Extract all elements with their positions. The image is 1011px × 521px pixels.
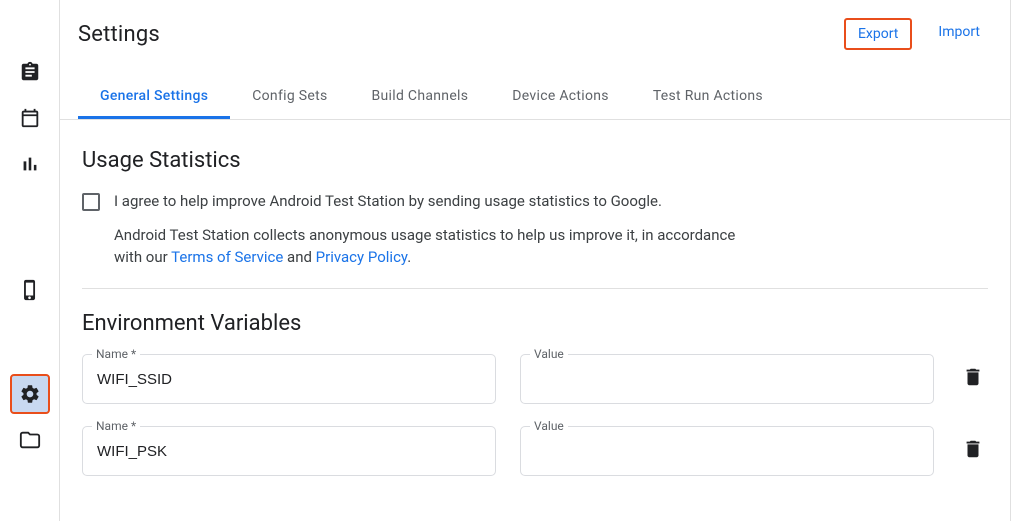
consent-and: and xyxy=(283,248,315,266)
delete-var-button[interactable] xyxy=(958,362,988,396)
env-section-title: Environment Variables xyxy=(82,311,988,336)
calendar-icon xyxy=(19,107,41,129)
env-name-label: Name * xyxy=(92,347,140,361)
trash-icon xyxy=(962,366,984,388)
tab-content: Usage Statistics I agree to help improve… xyxy=(60,120,1010,476)
tab-general-settings[interactable]: General Settings xyxy=(78,76,230,119)
env-value-label: Value xyxy=(530,347,568,361)
header: Settings Export Import xyxy=(60,18,1010,50)
privacy-link[interactable]: Privacy Policy xyxy=(316,248,408,266)
consent-text: I agree to help improve Android Test Sta… xyxy=(114,191,662,213)
phone-icon xyxy=(19,279,41,301)
sidebar-item-device[interactable] xyxy=(10,270,50,310)
page-title: Settings xyxy=(78,22,160,47)
consent-checkbox[interactable] xyxy=(82,193,100,211)
tos-link[interactable]: Terms of Service xyxy=(171,248,283,266)
env-value-label: Value xyxy=(530,419,568,433)
consent-checkbox-wrap xyxy=(82,191,100,211)
sidebar-item-settings[interactable] xyxy=(10,374,50,414)
tab-test-run-actions[interactable]: Test Run Actions xyxy=(631,76,785,119)
sidebar-item-calendar[interactable] xyxy=(10,98,50,138)
header-actions: Export Import xyxy=(844,18,992,50)
export-button[interactable]: Export xyxy=(844,18,912,50)
env-name-input[interactable] xyxy=(82,426,496,476)
usage-section-title: Usage Statistics xyxy=(82,148,988,173)
env-value-field-wrap: Value xyxy=(520,426,934,476)
trash-icon xyxy=(962,438,984,460)
consent-row: I agree to help improve Android Test Sta… xyxy=(82,191,988,213)
env-name-field-wrap: Name * xyxy=(82,354,496,404)
clipboard-icon xyxy=(19,61,41,83)
delete-var-button[interactable] xyxy=(958,434,988,468)
env-value-input[interactable] xyxy=(520,354,934,404)
env-var-row: Name * Value xyxy=(82,426,988,476)
consent-period: . xyxy=(407,248,411,266)
folder-icon xyxy=(19,429,41,451)
tab-device-actions[interactable]: Device Actions xyxy=(490,76,631,119)
section-divider xyxy=(82,288,988,289)
env-var-row: Name * Value xyxy=(82,354,988,404)
sidebar-item-folder[interactable] xyxy=(10,420,50,460)
tab-build-channels[interactable]: Build Channels xyxy=(350,76,491,119)
tab-config-sets[interactable]: Config Sets xyxy=(230,76,349,119)
env-name-label: Name * xyxy=(92,419,140,433)
sidebar-item-clipboard[interactable] xyxy=(10,52,50,92)
env-value-input[interactable] xyxy=(520,426,934,476)
env-value-field-wrap: Value xyxy=(520,354,934,404)
main-content: Settings Export Import General Settings … xyxy=(60,0,1011,521)
sidebar xyxy=(0,0,60,521)
env-name-field-wrap: Name * xyxy=(82,426,496,476)
gear-icon xyxy=(19,383,41,405)
import-button[interactable]: Import xyxy=(926,18,992,50)
bar-chart-icon xyxy=(19,153,41,175)
env-name-input[interactable] xyxy=(82,354,496,404)
tabs: General Settings Config Sets Build Chann… xyxy=(60,76,1010,120)
consent-description: Android Test Station collects anonymous … xyxy=(114,225,754,269)
sidebar-item-analytics[interactable] xyxy=(10,144,50,184)
